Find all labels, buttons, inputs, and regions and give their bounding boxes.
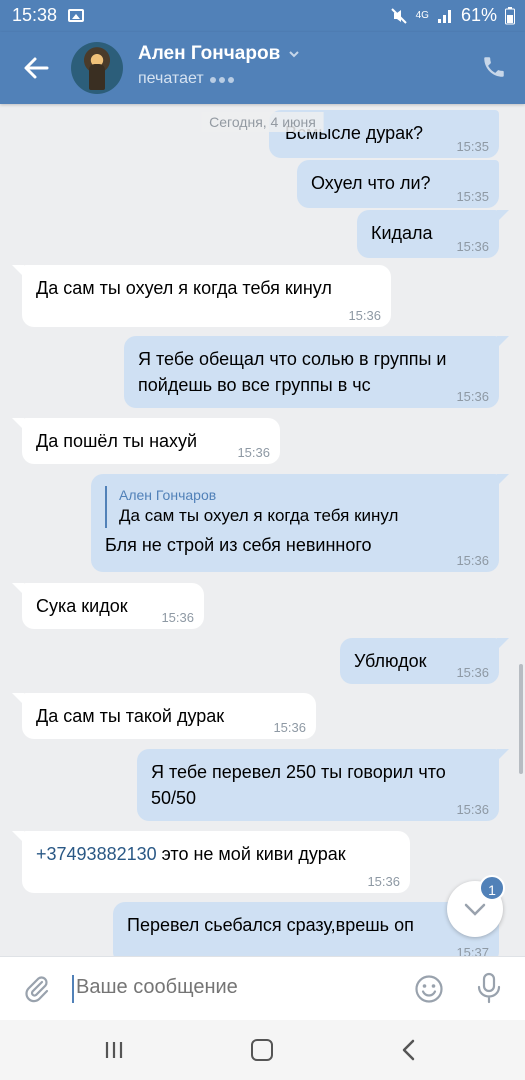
status-bar: 15:38 4G 61% <box>0 0 525 32</box>
message-incoming[interactable]: Да сам ты такой дурак 15:36 <box>12 693 316 739</box>
message-text: это не мой киви дурак <box>156 844 346 864</box>
message-time: 15:36 <box>348 308 381 323</box>
typing-status: печатает <box>138 70 237 88</box>
message-text: Да пошёл ты нахуй <box>36 431 198 451</box>
contact-name: Ален Гончаров <box>138 43 281 64</box>
text-cursor <box>72 975 74 1003</box>
status-icons: 4G 61% <box>390 5 515 26</box>
message-text: Сука кидок <box>36 596 128 616</box>
paperclip-icon[interactable] <box>22 974 52 1004</box>
message-time: 15:35 <box>456 139 489 154</box>
chevron-down-icon <box>289 51 299 58</box>
message-time: 15:36 <box>456 665 489 680</box>
reply-text: Да сам ты охуел я когда тебя кинул <box>119 506 399 525</box>
back-arrow-icon[interactable] <box>20 52 52 84</box>
recent-apps-icon[interactable] <box>104 1040 124 1060</box>
message-text: Я тебе обещал что солью в группы и пойде… <box>138 349 447 395</box>
message-time: 15:35 <box>456 189 489 204</box>
message-input[interactable] <box>76 976 376 999</box>
message-text: Да сам ты такой дурак <box>36 706 225 726</box>
message-outgoing[interactable]: Я тебе перевел 250 ты говорил что 50/50 … <box>137 749 509 821</box>
emoji-icon[interactable] <box>414 974 444 1004</box>
message-time: 15:36 <box>237 445 270 460</box>
message-time: 15:36 <box>273 720 306 735</box>
message-outgoing[interactable]: Кидала 15:36 <box>357 210 509 258</box>
battery-percent: 61% <box>460 5 497 25</box>
avatar[interactable] <box>71 42 123 94</box>
message-time: 15:36 <box>456 553 489 568</box>
message-outgoing-reply[interactable]: Ален Гончаров Да сам ты охуел я когда те… <box>91 474 509 572</box>
nav-back-icon[interactable] <box>400 1038 416 1062</box>
quoted-reply[interactable]: Ален Гончаров Да сам ты охуел я когда те… <box>105 486 485 528</box>
phone-icon[interactable] <box>481 54 507 80</box>
message-outgoing[interactable]: Ублюдок 15:36 <box>340 638 509 684</box>
message-time: 15:36 <box>456 802 489 817</box>
network-type: 4G <box>415 10 429 21</box>
clock: 15:38 <box>12 5 58 25</box>
battery-icon <box>505 6 515 24</box>
typing-status-text: печатает <box>138 70 204 87</box>
scroll-to-bottom-button[interactable]: 1 <box>447 875 505 937</box>
message-incoming[interactable]: Да сам ты охуел я когда тебя кинул 15:36 <box>12 265 391 327</box>
message-time: 15:36 <box>456 389 489 404</box>
message-composer <box>0 956 525 1020</box>
message-incoming[interactable]: +37493882130 это не мой киви дурак 15:36 <box>12 831 410 893</box>
message-text: Ублюдок <box>354 651 427 671</box>
message-text: Охуел что ли? <box>311 173 431 193</box>
message-outgoing[interactable]: Перевел сьебался сразу,врешь оп 15:37 <box>113 902 499 956</box>
home-button[interactable] <box>251 1039 273 1061</box>
message-text: Перевел сьебался сразу,врешь оп <box>127 915 414 935</box>
contact-name-row[interactable]: Ален Гончаров <box>138 43 300 65</box>
message-text: Бля не строй из себя невинного <box>105 535 372 555</box>
message-time: 15:37 <box>456 945 489 957</box>
message-time: 15:36 <box>367 874 400 889</box>
phone-link[interactable]: +37493882130 <box>36 844 157 864</box>
reply-author: Ален Гончаров <box>119 487 217 503</box>
date-separator: Сегодня, 4 июня <box>201 112 324 132</box>
chat-header: Ален Гончаров печатает <box>0 32 525 104</box>
message-outgoing[interactable]: Я тебе обещал что солью в группы и пойде… <box>124 336 509 408</box>
message-time: 15:36 <box>161 610 194 625</box>
scrollbar[interactable] <box>519 664 523 774</box>
message-text: Да сам ты охуел я когда тебя кинул <box>36 278 332 298</box>
message-list[interactable]: Сегодня, 4 июня Всмысле дурак? 15:35 Оху… <box>0 104 525 956</box>
system-nav-bar <box>0 1020 525 1080</box>
message-text: Кидала <box>371 223 433 243</box>
typing-dots-icon <box>209 70 237 88</box>
unread-count-badge: 1 <box>479 875 505 901</box>
gallery-notification-icon <box>68 9 84 22</box>
chevron-down-icon <box>464 903 486 916</box>
signal-icon <box>437 9 451 23</box>
message-outgoing[interactable]: Охуел что ли? 15:35 <box>297 160 499 208</box>
microphone-icon[interactable] <box>476 972 502 1004</box>
message-incoming[interactable]: Сука кидок 15:36 <box>12 583 204 629</box>
message-time: 15:36 <box>456 239 489 254</box>
message-text: Я тебе перевел 250 ты говорил что 50/50 <box>151 762 446 808</box>
mute-icon <box>390 7 407 24</box>
message-incoming[interactable]: Да пошёл ты нахуй 15:36 <box>12 418 280 464</box>
